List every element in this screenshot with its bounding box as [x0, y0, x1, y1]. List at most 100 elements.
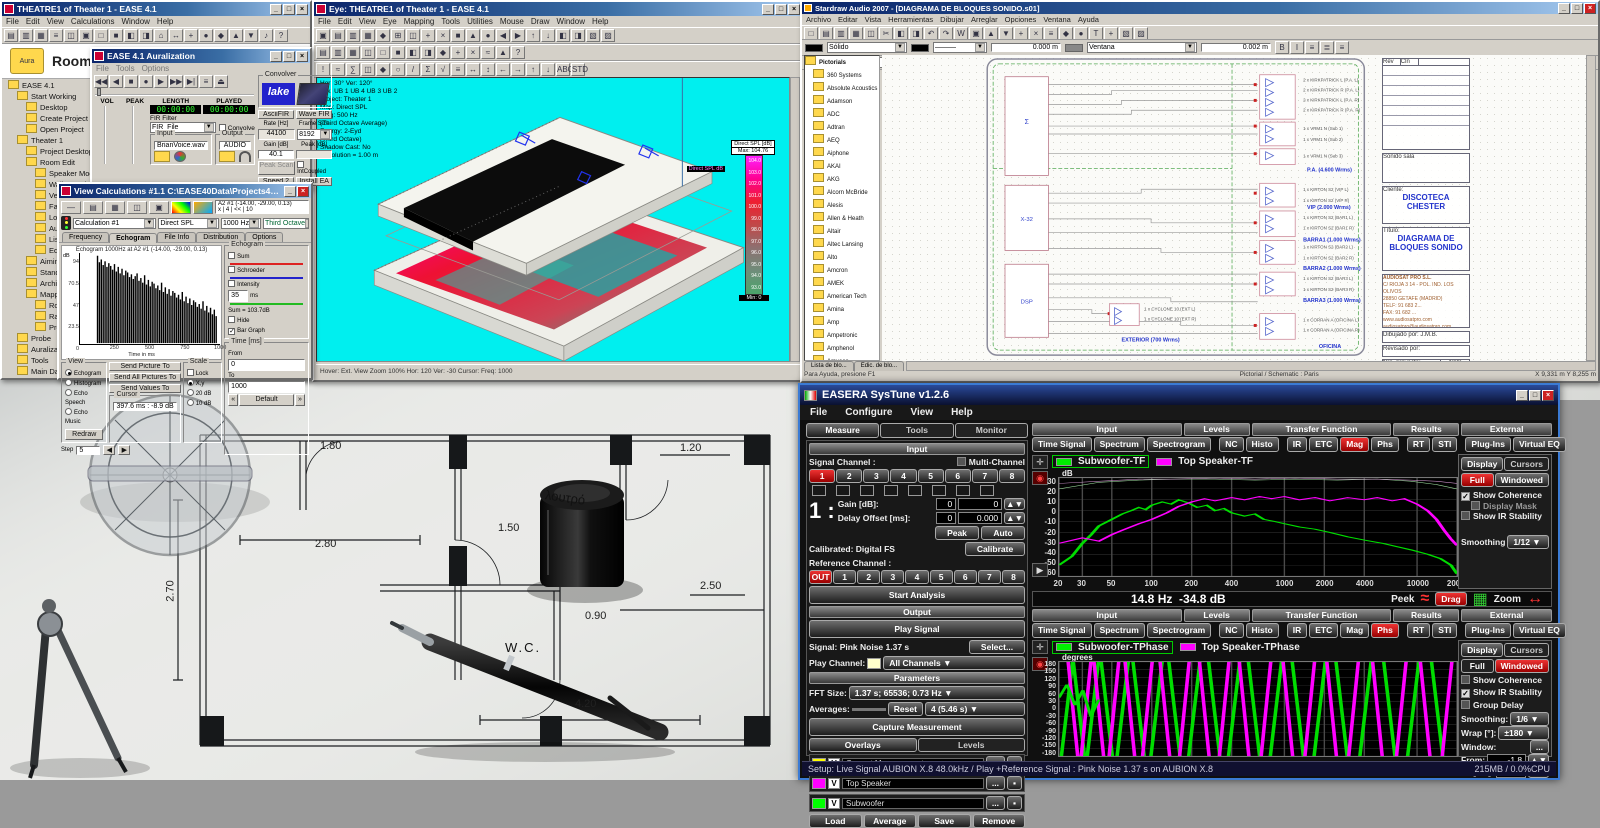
- toolbar-icon[interactable]: ▧: [1119, 27, 1133, 39]
- toolbar-icon[interactable]: ◆: [214, 29, 228, 42]
- overlay-color-swatch[interactable]: [812, 777, 826, 789]
- tree-item[interactable]: 360 Systems: [813, 69, 879, 82]
- wave-fir-button[interactable]: Wave FIR: [296, 110, 333, 119]
- channel-button[interactable]: 4: [890, 469, 917, 483]
- plot-button[interactable]: Spectrum: [1093, 623, 1145, 638]
- toolbar-icon[interactable]: ■: [109, 29, 123, 42]
- tree-item[interactable]: Adtran: [813, 121, 879, 134]
- systune-titlebar[interactable]: EASERA SysTune v1.2.6 _ □ ×: [800, 385, 1558, 405]
- plot-button[interactable]: RT: [1406, 437, 1431, 452]
- ascii-fir-button[interactable]: AsciiFIR: [257, 110, 295, 119]
- zoom-mode-label[interactable]: Zoom: [1494, 594, 1521, 605]
- toolbar-icon[interactable]: ▼: [999, 27, 1013, 39]
- toolbar-icon[interactable]: ◆: [376, 63, 390, 76]
- toolbar-icon[interactable]: ◫: [361, 63, 375, 76]
- capture-measurement-button[interactable]: Capture Measurement: [809, 718, 1025, 736]
- tab-measure[interactable]: Measure: [806, 423, 880, 438]
- toolbar-icon[interactable]: ↔: [466, 63, 480, 76]
- show-ir-stability-checkbox[interactable]: ✓: [1461, 689, 1470, 698]
- schroeder-checkbox[interactable]: Schroeder: [228, 266, 305, 279]
- plot-button[interactable]: Time Signal: [1032, 623, 1092, 638]
- stardraw-vscrollbar[interactable]: [1586, 55, 1596, 361]
- close-icon[interactable]: ×: [1542, 389, 1554, 401]
- toolbar-icon[interactable]: ▥: [331, 46, 345, 59]
- frame-size-dropdown[interactable]: 8192 ▼: [297, 129, 333, 140]
- headphones-icon[interactable]: [238, 151, 251, 162]
- toolbar-icon[interactable]: ◨: [909, 27, 923, 39]
- toolbar-icon[interactable]: ▦: [34, 29, 48, 42]
- sum-checkbox[interactable]: Sum: [228, 252, 305, 265]
- maximize-icon[interactable]: □: [1529, 389, 1541, 401]
- gain-field[interactable]: 40.1: [257, 150, 295, 159]
- menu-item[interactable]: File: [810, 407, 827, 418]
- toolbar-icon[interactable]: ●: [481, 29, 495, 42]
- reference-channel-button[interactable]: 1: [833, 570, 857, 584]
- tree-item[interactable]: American Tech: [813, 290, 879, 303]
- toolbar-icon[interactable]: ▦: [361, 29, 375, 42]
- pin-icon[interactable]: —: [61, 200, 81, 214]
- plot-button[interactable]: Time Signal: [1032, 437, 1092, 452]
- maximize-icon[interactable]: □: [1571, 2, 1583, 14]
- text-size-field[interactable]: 0.002 m: [1201, 43, 1271, 52]
- tree-item[interactable]: Amina: [813, 303, 879, 316]
- menu-item[interactable]: View: [47, 17, 64, 26]
- menu-item[interactable]: Window: [557, 17, 585, 26]
- tree-item[interactable]: Amp: [813, 316, 879, 329]
- frequency-dropdown[interactable]: 1000 Hz ▼: [221, 217, 261, 229]
- toolbar-icon[interactable]: ⌂: [154, 29, 168, 42]
- toolbar-icon[interactable]: ≡: [1044, 27, 1058, 39]
- menu-item[interactable]: File: [318, 17, 331, 26]
- transport-icon[interactable]: ●: [139, 75, 153, 88]
- plot-button[interactable]: STI: [1432, 623, 1458, 638]
- menu-item[interactable]: Help: [592, 17, 608, 26]
- smoothing-dropdown[interactable]: 1/6 ▼: [1510, 712, 1549, 726]
- plot-button[interactable]: Histo: [1245, 623, 1279, 638]
- print-icon[interactable]: ▣: [149, 200, 169, 214]
- maximize-icon[interactable]: □: [283, 3, 295, 15]
- window-button[interactable]: ...: [1529, 740, 1549, 754]
- delay-field-a[interactable]: 0: [936, 512, 957, 524]
- menu-item[interactable]: Opciones: [1005, 15, 1037, 24]
- toolbar-icon[interactable]: ✂: [879, 27, 893, 39]
- toolbar-icon[interactable]: ↷: [939, 27, 953, 39]
- fill-style-dropdown[interactable]: Ventana ▼: [1087, 42, 1197, 53]
- averages-slider[interactable]: [851, 707, 886, 711]
- toolbar-icon[interactable]: ↓: [541, 29, 555, 42]
- peak-button[interactable]: Peak: [935, 526, 979, 540]
- plot-button[interactable]: Mag: [1340, 623, 1370, 638]
- menu-item[interactable]: Tools: [116, 64, 135, 73]
- toolbar-icon[interactable]: ◫: [64, 29, 78, 42]
- close-icon[interactable]: ×: [296, 3, 308, 15]
- minimize-icon[interactable]: _: [1558, 2, 1570, 14]
- overlay-color-swatch[interactable]: [812, 797, 826, 809]
- transport-icon[interactable]: ⏏: [214, 75, 228, 88]
- toolbar-icon[interactable]: ▣: [316, 29, 330, 42]
- tree-item[interactable]: Alesis: [813, 199, 879, 212]
- time-next-button[interactable]: »: [295, 394, 305, 406]
- cursors-tab[interactable]: Cursors: [1504, 643, 1549, 657]
- tree-item[interactable]: Adamson: [813, 95, 879, 108]
- tree-item[interactable]: Altair: [813, 225, 879, 238]
- format-icon[interactable]: ≡: [1305, 41, 1319, 54]
- toolbar-icon[interactable]: ▲: [229, 29, 243, 42]
- bar-graph-checkbox[interactable]: ✓ Bar Graph: [228, 326, 305, 336]
- cursors-tab[interactable]: Cursors: [1504, 457, 1549, 471]
- toolbar-icon[interactable]: ▦: [346, 46, 360, 59]
- toolbar-icon[interactable]: ≡: [49, 29, 63, 42]
- tree-item[interactable]: Aiphone: [813, 147, 879, 160]
- toolbar-icon[interactable]: ▣: [969, 27, 983, 39]
- load-button[interactable]: Load: [809, 814, 862, 828]
- calculations-titlebar[interactable]: View Calculations #1.1 C:\EASE40Data\Pro…: [59, 184, 311, 198]
- format-icon[interactable]: ≣: [1320, 41, 1334, 54]
- toolbar-icon[interactable]: ◨: [571, 29, 585, 42]
- toolbar-icon[interactable]: ABC: [556, 63, 573, 76]
- menu-item[interactable]: Tools: [441, 17, 460, 26]
- tree-item[interactable]: ADC: [813, 108, 879, 121]
- plot-button[interactable]: Plug-Ins: [1465, 437, 1511, 452]
- reference-channel-button[interactable]: 6: [953, 570, 977, 584]
- toolbar-icon[interactable]: ≈: [481, 46, 495, 59]
- input-file-field[interactable]: BrianVoice.wav: [154, 141, 208, 150]
- toolbar-icon[interactable]: ↑: [526, 63, 540, 76]
- fill-color-swatch[interactable]: [911, 43, 929, 52]
- reference-channel-button[interactable]: 3: [881, 570, 905, 584]
